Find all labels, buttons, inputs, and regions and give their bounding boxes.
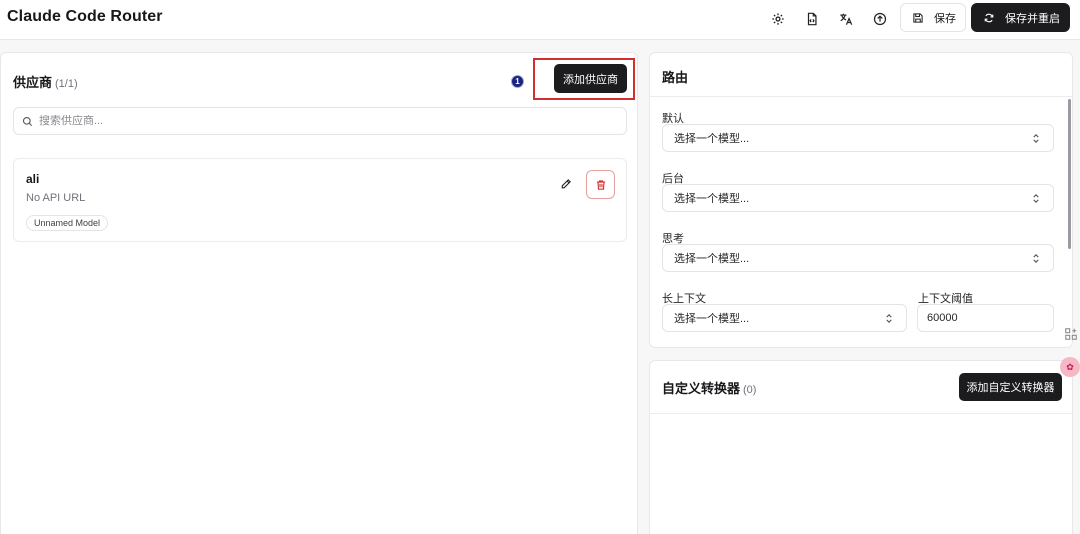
chevron-up-down-icon — [1033, 254, 1039, 263]
provider-name: ali — [26, 172, 40, 186]
routing-divider — [650, 96, 1072, 97]
think-model-select[interactable]: 选择一个模型... — [662, 244, 1054, 272]
app-title: Claude Code Router — [7, 8, 163, 25]
providers-panel: 供应商(1/1) 1 添加供应商 ali No API URL Unnamed … — [0, 52, 638, 534]
pencil-icon — [561, 179, 571, 189]
search-icon — [22, 116, 33, 126]
long-context-model-select-value: 选择一个模型... — [674, 313, 750, 325]
refresh-icon — [984, 13, 994, 22]
translate-icon[interactable] — [835, 8, 857, 30]
save-button[interactable]: 保存 — [900, 3, 966, 32]
add-provider-button[interactable]: 添加供应商 — [554, 64, 627, 93]
provider-api-url: No API URL — [26, 192, 86, 204]
save-and-restart-label: 保存并重启 — [1005, 12, 1060, 25]
grid-add-icon[interactable] — [1062, 325, 1080, 343]
default-model-select-value: 选择一个模型... — [674, 133, 750, 145]
context-threshold-input[interactable]: 60000 — [917, 304, 1054, 332]
chevron-up-down-icon — [1033, 134, 1039, 143]
provider-search[interactable] — [13, 107, 627, 135]
providers-title: 供应商 (1/1) — [13, 72, 78, 91]
routing-title: 路由 — [662, 70, 689, 85]
gear-icon[interactable] — [767, 8, 789, 30]
transformers-title-text: 自定义转换器 — [662, 381, 741, 396]
providers-title-text: 供应商 — [13, 75, 53, 90]
upload-circle-icon[interactable] — [869, 8, 891, 30]
custom-transformers-panel: 自定义转换器 (0) 添加自定义转换器 — [649, 360, 1073, 534]
transformers-title: 自定义转换器 (0) — [662, 378, 756, 397]
provider-card[interactable]: ali No API URL Unnamed Model — [13, 158, 627, 242]
trash-icon — [596, 179, 605, 190]
think-model-select-value: 选择一个模型... — [674, 253, 750, 265]
edit-provider-button[interactable] — [557, 175, 575, 193]
background-model-select[interactable]: 选择一个模型... — [662, 184, 1054, 212]
chevron-up-down-icon — [886, 314, 892, 323]
transformers-count: (0) — [743, 384, 757, 396]
save-and-restart-button[interactable]: 保存并重启 — [971, 3, 1070, 32]
long-context-model-select[interactable]: 选择一个模型... — [662, 304, 907, 332]
routing-scrollbar[interactable] — [1068, 99, 1071, 249]
save-icon — [913, 12, 923, 23]
transformers-divider — [650, 413, 1072, 414]
routing-panel: 路由 默认 选择一个模型... 后台 选择一个模型... 思考 选择一个模型..… — [649, 52, 1073, 348]
default-model-select[interactable]: 选择一个模型... — [662, 124, 1054, 152]
providers-count: (1/1) — [55, 78, 78, 90]
file-code-icon[interactable] — [801, 8, 823, 30]
background-model-select-value: 选择一个模型... — [674, 193, 750, 205]
provider-search-input[interactable] — [39, 115, 599, 127]
top-bar: Claude Code Router 保存 保存并重启 — [0, 0, 1080, 40]
model-tag: Unnamed Model — [26, 215, 109, 231]
save-button-label: 保存 — [934, 12, 956, 25]
chevron-up-down-icon — [1033, 194, 1039, 203]
assistant-mascot-icon[interactable]: ✿ — [1060, 357, 1080, 377]
step-badge: 1 — [511, 75, 524, 88]
delete-provider-button[interactable] — [586, 170, 615, 199]
add-custom-transformer-button[interactable]: 添加自定义转换器 — [959, 373, 1062, 401]
